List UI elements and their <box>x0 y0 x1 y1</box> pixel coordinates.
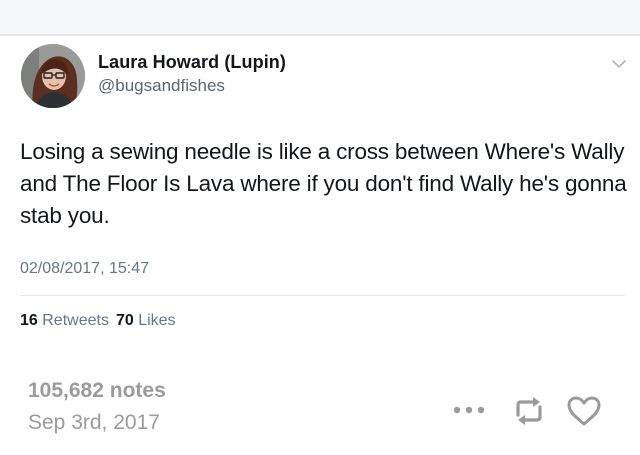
avatar[interactable] <box>21 44 85 108</box>
profile-photo-icon <box>21 44 85 108</box>
tweet-stats: 16 Retweets 70 Likes <box>20 312 176 330</box>
retweets-count: 16 <box>20 312 38 329</box>
notes-count[interactable]: 105,682 notes <box>28 379 166 403</box>
chevron-down-icon[interactable] <box>612 56 626 68</box>
display-name[interactable]: Laura Howard (Lupin) <box>98 52 286 73</box>
likes-label: Likes <box>138 312 176 329</box>
likes-count: 70 <box>115 312 134 329</box>
likes-stat[interactable]: 70 Likes <box>116 312 176 329</box>
retweets-label: Retweets <box>42 312 109 329</box>
tweet-timestamp[interactable]: 02/08/2017, 15:47 <box>20 260 149 278</box>
screenshot-page: Laura Howard (Lupin) @bugsandfishes Losi… <box>0 0 640 455</box>
ellipsis-icon[interactable] <box>452 402 486 418</box>
reblog-icon[interactable] <box>510 395 548 427</box>
user-handle[interactable]: @bugsandfishes <box>98 76 225 96</box>
divider <box>20 295 625 296</box>
tweet-card: Laura Howard (Lupin) @bugsandfishes Losi… <box>0 36 640 349</box>
post-date[interactable]: Sep 3rd, 2017 <box>28 411 160 435</box>
heart-icon[interactable] <box>566 395 602 427</box>
top-strip <box>0 0 640 36</box>
retweets-stat[interactable]: 16 Retweets <box>20 312 109 329</box>
tweet-text: Losing a sewing needle is like a cross b… <box>20 139 627 228</box>
